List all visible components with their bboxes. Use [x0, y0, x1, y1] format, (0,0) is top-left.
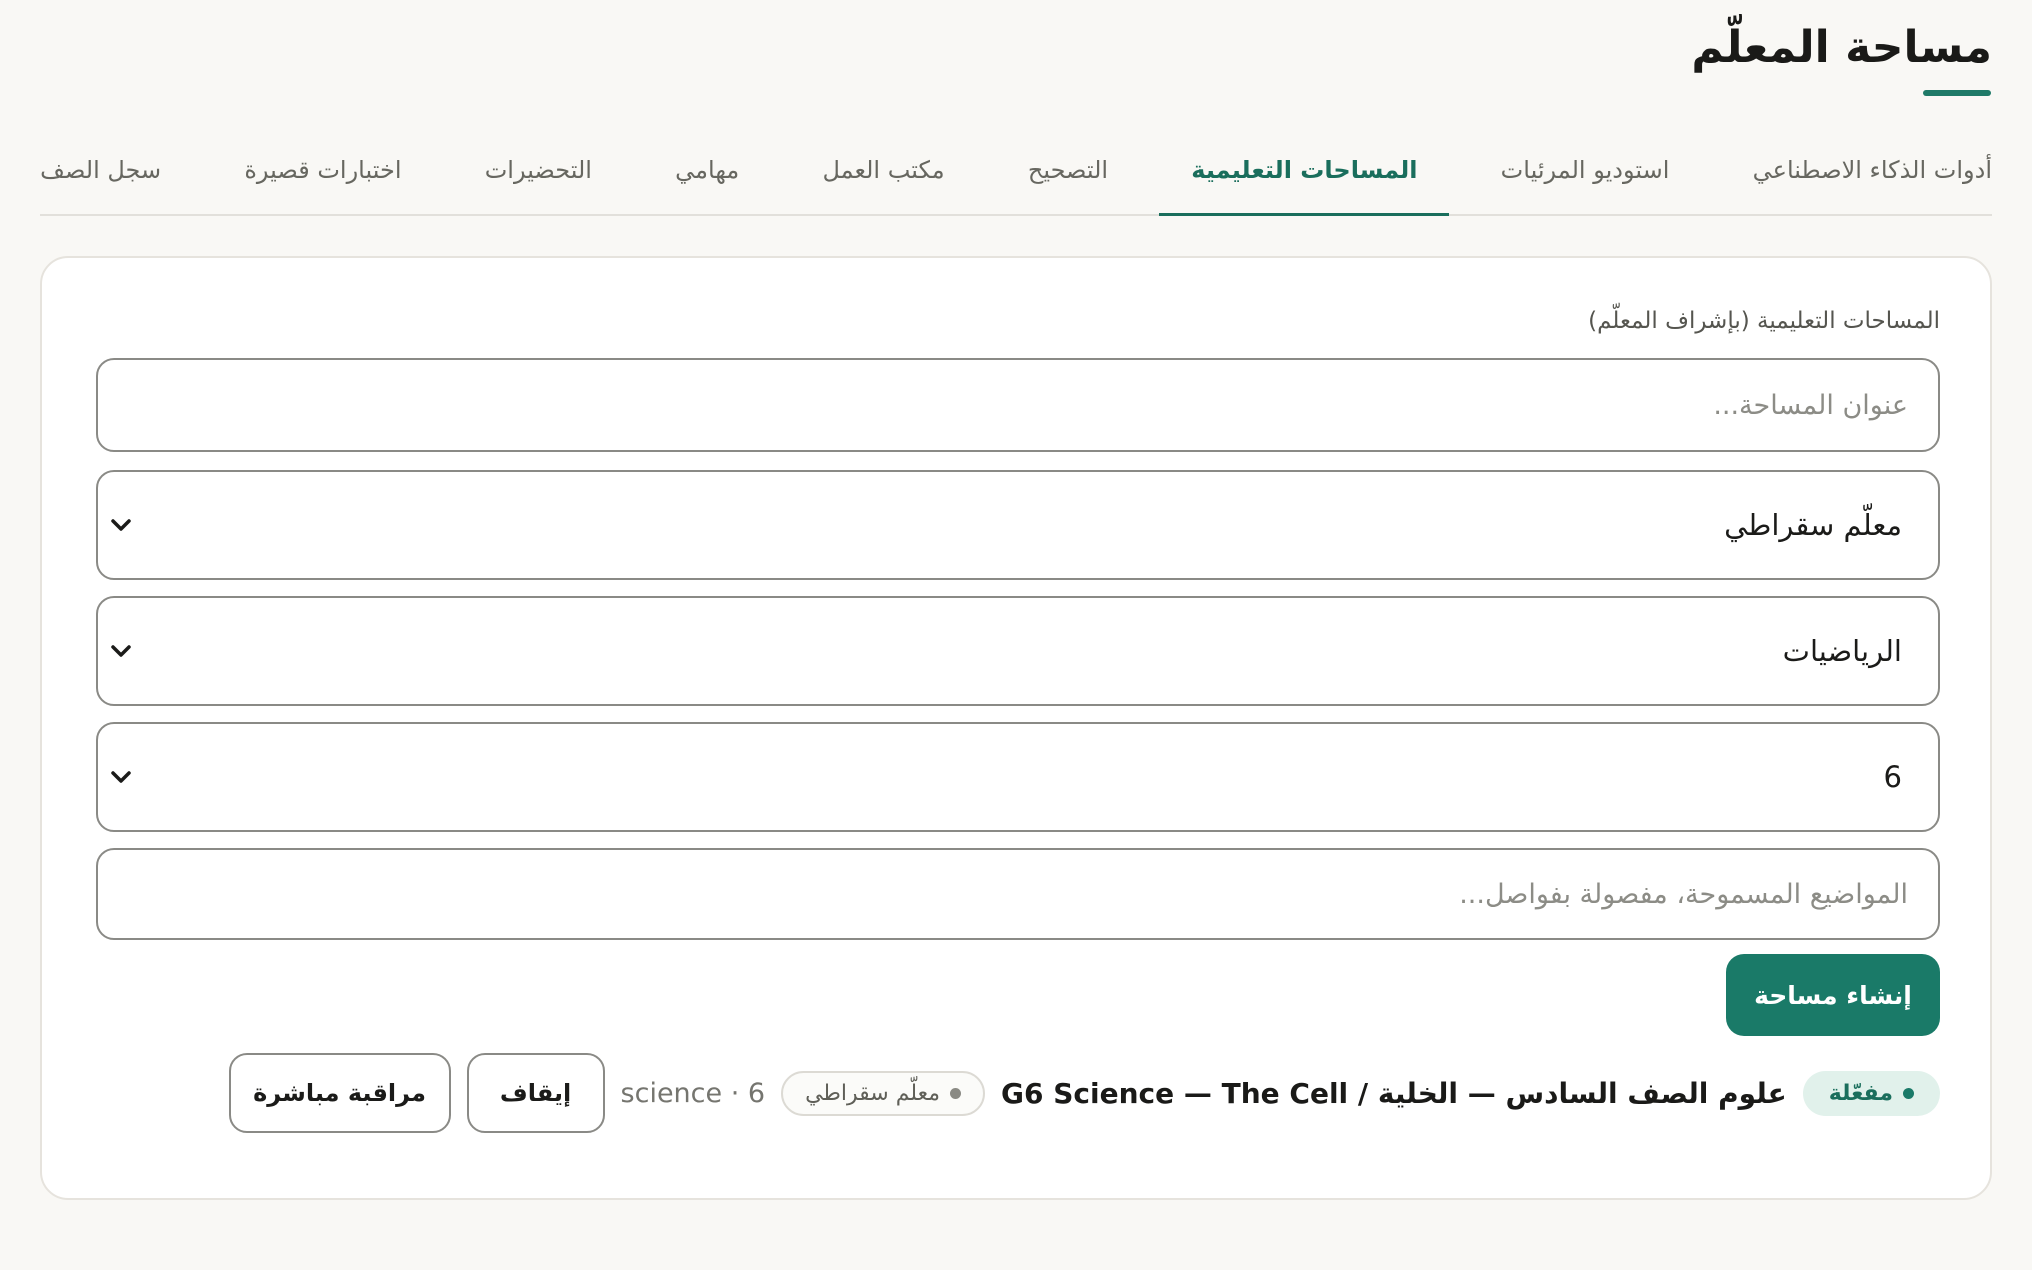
tutor-chip: معلّم سقراطي: [781, 1070, 986, 1116]
tab-class-log[interactable]: سجل الصف: [40, 133, 193, 207]
section-label: المساحات التعليمية (بإشراف المعلّم): [1588, 308, 1940, 334]
tab-visuals-studio[interactable]: استوديو المرئيات: [1469, 133, 1702, 207]
tab-learning-spaces[interactable]: المساحات التعليمية: [1159, 133, 1450, 216]
space-title-input[interactable]: [98, 389, 1938, 421]
subject-select[interactable]: الرياضيات: [96, 596, 1940, 706]
tab-my-tasks[interactable]: مهامي: [643, 133, 771, 207]
tab-ai-tools[interactable]: أدوات الذكاء الاصطناعي: [1721, 133, 1992, 207]
stop-space-button[interactable]: إيقاف: [466, 1053, 605, 1133]
chevron-down-icon: [111, 771, 131, 783]
tab-quizzes[interactable]: اختبارات قصيرة: [212, 133, 433, 207]
space-title-field: [96, 358, 1940, 452]
tutor-chip-label: معلّم سقراطي: [805, 1080, 941, 1106]
tab-grading[interactable]: التصحيح: [996, 133, 1140, 207]
grade-select-value: 6: [1883, 760, 1902, 794]
tutor-dot-icon: [950, 1087, 962, 1099]
allowed-topics-field: [96, 848, 1940, 940]
status-badge-label: مفعّلة: [1828, 1080, 1893, 1106]
teacher-workspace-page: مساحة المعلّم أدوات الذكاء الاصطناعي است…: [0, 0, 2032, 1270]
space-list-item: مفعّلة علوم الصف السادس — الخلية / G6 Sc…: [228, 1052, 1940, 1134]
live-monitor-button[interactable]: مراقبة مباشرة: [228, 1053, 451, 1133]
tab-preparations[interactable]: التحضيرات: [453, 133, 624, 207]
chevron-down-icon: [111, 519, 131, 531]
grade-select[interactable]: 6: [96, 722, 1940, 832]
learning-spaces-card: المساحات التعليمية (بإشراف المعلّم) معلّ…: [40, 256, 1992, 1200]
allowed-topics-input[interactable]: [98, 878, 1938, 910]
tab-bar: أدوات الذكاء الاصطناعي استوديو المرئيات …: [40, 140, 1992, 216]
status-badge: مفعّلة: [1802, 1070, 1940, 1116]
page-title: مساحة المعلّم: [1691, 22, 1992, 73]
subject-select-value: الرياضيات: [1782, 634, 1902, 668]
tutor-select[interactable]: معلّم سقراطي: [96, 470, 1940, 580]
space-meta: science · 6: [620, 1077, 766, 1109]
chevron-down-icon: [111, 645, 131, 657]
tab-desk[interactable]: مكتب العمل: [790, 133, 976, 207]
create-space-button[interactable]: إنشاء مساحة: [1726, 954, 1940, 1036]
title-underline: [1923, 90, 1991, 96]
tutor-select-value: معلّم سقراطي: [1724, 508, 1902, 542]
status-dot-icon: [1903, 1087, 1914, 1099]
space-name: علوم الصف السادس — الخلية / G6 Science —…: [1001, 1076, 1787, 1110]
